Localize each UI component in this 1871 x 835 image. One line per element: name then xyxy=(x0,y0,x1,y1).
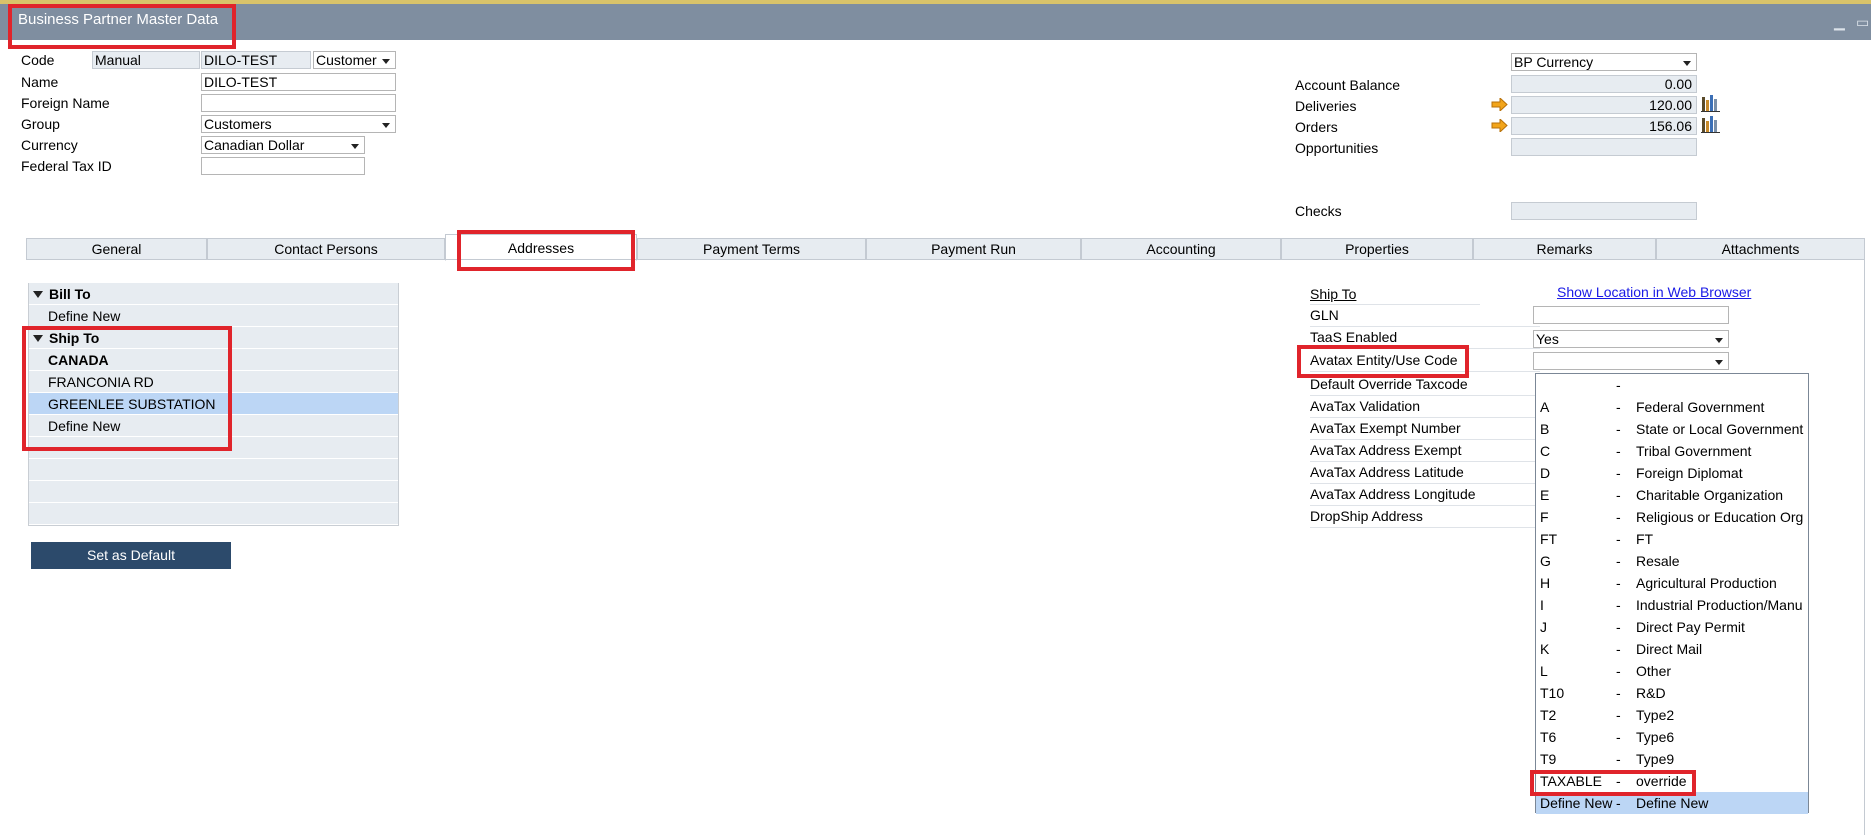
account-balance-field: 0.00 xyxy=(1511,75,1697,93)
content-border xyxy=(1864,259,1865,835)
federal-tax-field[interactable] xyxy=(201,157,365,175)
deliveries-field: 120.00 xyxy=(1511,96,1697,114)
bp-type-select[interactable]: Customer xyxy=(313,51,396,69)
ship-to-highlight-box xyxy=(22,326,232,451)
checks-field xyxy=(1511,202,1697,220)
set-as-default-button[interactable]: Set as Default xyxy=(31,542,231,569)
tab-remarks[interactable]: Remarks xyxy=(1473,238,1656,260)
dropdown-option[interactable]: T9- Type9 xyxy=(1536,748,1808,770)
dropdown-option[interactable]: K - Direct Mail xyxy=(1536,638,1808,660)
avatax-validation-label: AvaTax Validation xyxy=(1310,395,1540,418)
deliveries-link-arrow-icon[interactable] xyxy=(1491,98,1508,111)
orders-chart-icon[interactable] xyxy=(1701,115,1721,133)
code-field[interactable]: DILO-TEST xyxy=(201,51,311,69)
group-select[interactable]: Customers xyxy=(201,115,396,133)
dropdown-option[interactable]: I - Industrial Production/Manu xyxy=(1536,594,1808,616)
opportunities-label: Opportunities xyxy=(1295,140,1379,156)
orders-label: Orders xyxy=(1295,119,1338,135)
opportunities-field xyxy=(1511,138,1697,156)
tab-general[interactable]: General xyxy=(26,238,207,260)
code-series-select[interactable]: Manual xyxy=(92,51,200,69)
title-bar xyxy=(0,0,1871,40)
dropdown-option[interactable]: T6- Type6 xyxy=(1536,726,1808,748)
ship-to-heading: Ship To xyxy=(1310,286,1357,302)
gln-label: GLN xyxy=(1310,304,1540,327)
empty-row xyxy=(29,503,398,525)
title-highlight-box xyxy=(8,4,236,49)
tab-attachments[interactable]: Attachments xyxy=(1656,238,1865,260)
dropdown-option[interactable]: T10- R&D xyxy=(1536,682,1808,704)
dropdown-option[interactable]: F - Religious or Education Org xyxy=(1536,506,1808,528)
tab-divider xyxy=(26,259,1865,260)
dropdown-option[interactable]: B - State or Local Government xyxy=(1536,418,1808,440)
checks-label: Checks xyxy=(1295,203,1342,219)
default-override-taxcode-label: Default Override Taxcode xyxy=(1310,373,1540,396)
dropdown-option[interactable]: A - Federal Government xyxy=(1536,396,1808,418)
empty-row xyxy=(29,481,398,503)
deliveries-chart-icon[interactable] xyxy=(1701,94,1721,112)
expand-triangle-icon[interactable] xyxy=(33,291,43,298)
restore-icon[interactable]: ▭ xyxy=(1856,14,1869,31)
currency-select[interactable]: Canadian Dollar xyxy=(201,136,365,154)
dropdown-option[interactable]: J - Direct Pay Permit xyxy=(1536,616,1808,638)
entity-code-dropdown-list[interactable]: - A - Federal Government B - State or Local … xyxy=(1535,373,1809,814)
foreign-name-label: Foreign Name xyxy=(21,95,110,111)
dropdown-option[interactable]: T2- Type2 xyxy=(1536,704,1808,726)
addresses-tab-highlight-box xyxy=(457,230,635,271)
avatax-longitude-label: AvaTax Address Longitude xyxy=(1310,483,1540,506)
gln-field[interactable] xyxy=(1533,306,1729,324)
bill-to-define-new[interactable]: Define New xyxy=(29,305,398,327)
code-label: Code xyxy=(21,52,55,68)
taxable-option-highlight-box xyxy=(1530,770,1696,796)
tab-payment-terms[interactable]: Payment Terms xyxy=(637,238,866,260)
name-label: Name xyxy=(21,74,59,90)
foreign-name-field[interactable] xyxy=(201,94,396,112)
dropdown-option[interactable]: E - Charitable Organization xyxy=(1536,484,1808,506)
dropship-address-label: DropShip Address xyxy=(1310,505,1540,528)
orders-field: 156.06 xyxy=(1511,117,1697,135)
dropdown-option[interactable]: H - Agricultural Production xyxy=(1536,572,1808,594)
tab-contact-persons[interactable]: Contact Persons xyxy=(207,238,445,260)
show-location-link[interactable]: Show Location in Web Browser xyxy=(1557,284,1751,300)
minimize-icon[interactable]: ▁ xyxy=(1834,14,1845,31)
account-balance-label: Account Balance xyxy=(1295,77,1401,93)
dropdown-option[interactable]: - xyxy=(1536,374,1808,396)
dropdown-option[interactable]: L - Other xyxy=(1536,660,1808,682)
currency-label: Currency xyxy=(21,137,78,153)
avatax-entity-select[interactable] xyxy=(1533,352,1729,370)
tab-properties[interactable]: Properties xyxy=(1281,238,1473,260)
tab-accounting[interactable]: Accounting xyxy=(1081,238,1281,260)
name-field[interactable]: DILO-TEST xyxy=(201,73,396,91)
avatax-exempt-number-label: AvaTax Exempt Number xyxy=(1310,417,1540,440)
dropdown-option[interactable]: FT - FT xyxy=(1536,528,1808,550)
tree-group-bill-to[interactable]: Bill To xyxy=(29,283,398,305)
empty-row xyxy=(29,459,398,481)
deliveries-label: Deliveries xyxy=(1295,98,1357,114)
bp-currency-select[interactable]: BP Currency xyxy=(1511,53,1697,71)
avatax-latitude-label: AvaTax Address Latitude xyxy=(1310,461,1540,484)
tab-payment-run[interactable]: Payment Run xyxy=(866,238,1081,260)
federal-tax-label: Federal Tax ID xyxy=(21,158,112,174)
dropdown-option[interactable]: D - Foreign Diplomat xyxy=(1536,462,1808,484)
dropdown-option[interactable]: G - Resale xyxy=(1536,550,1808,572)
orders-link-arrow-icon[interactable] xyxy=(1491,119,1508,132)
taas-enabled-select[interactable]: Yes xyxy=(1533,330,1729,348)
avatax-address-exempt-label: AvaTax Address Exempt xyxy=(1310,439,1540,462)
group-label: Group xyxy=(21,116,60,132)
dropdown-option[interactable]: C - Tribal Government xyxy=(1536,440,1808,462)
